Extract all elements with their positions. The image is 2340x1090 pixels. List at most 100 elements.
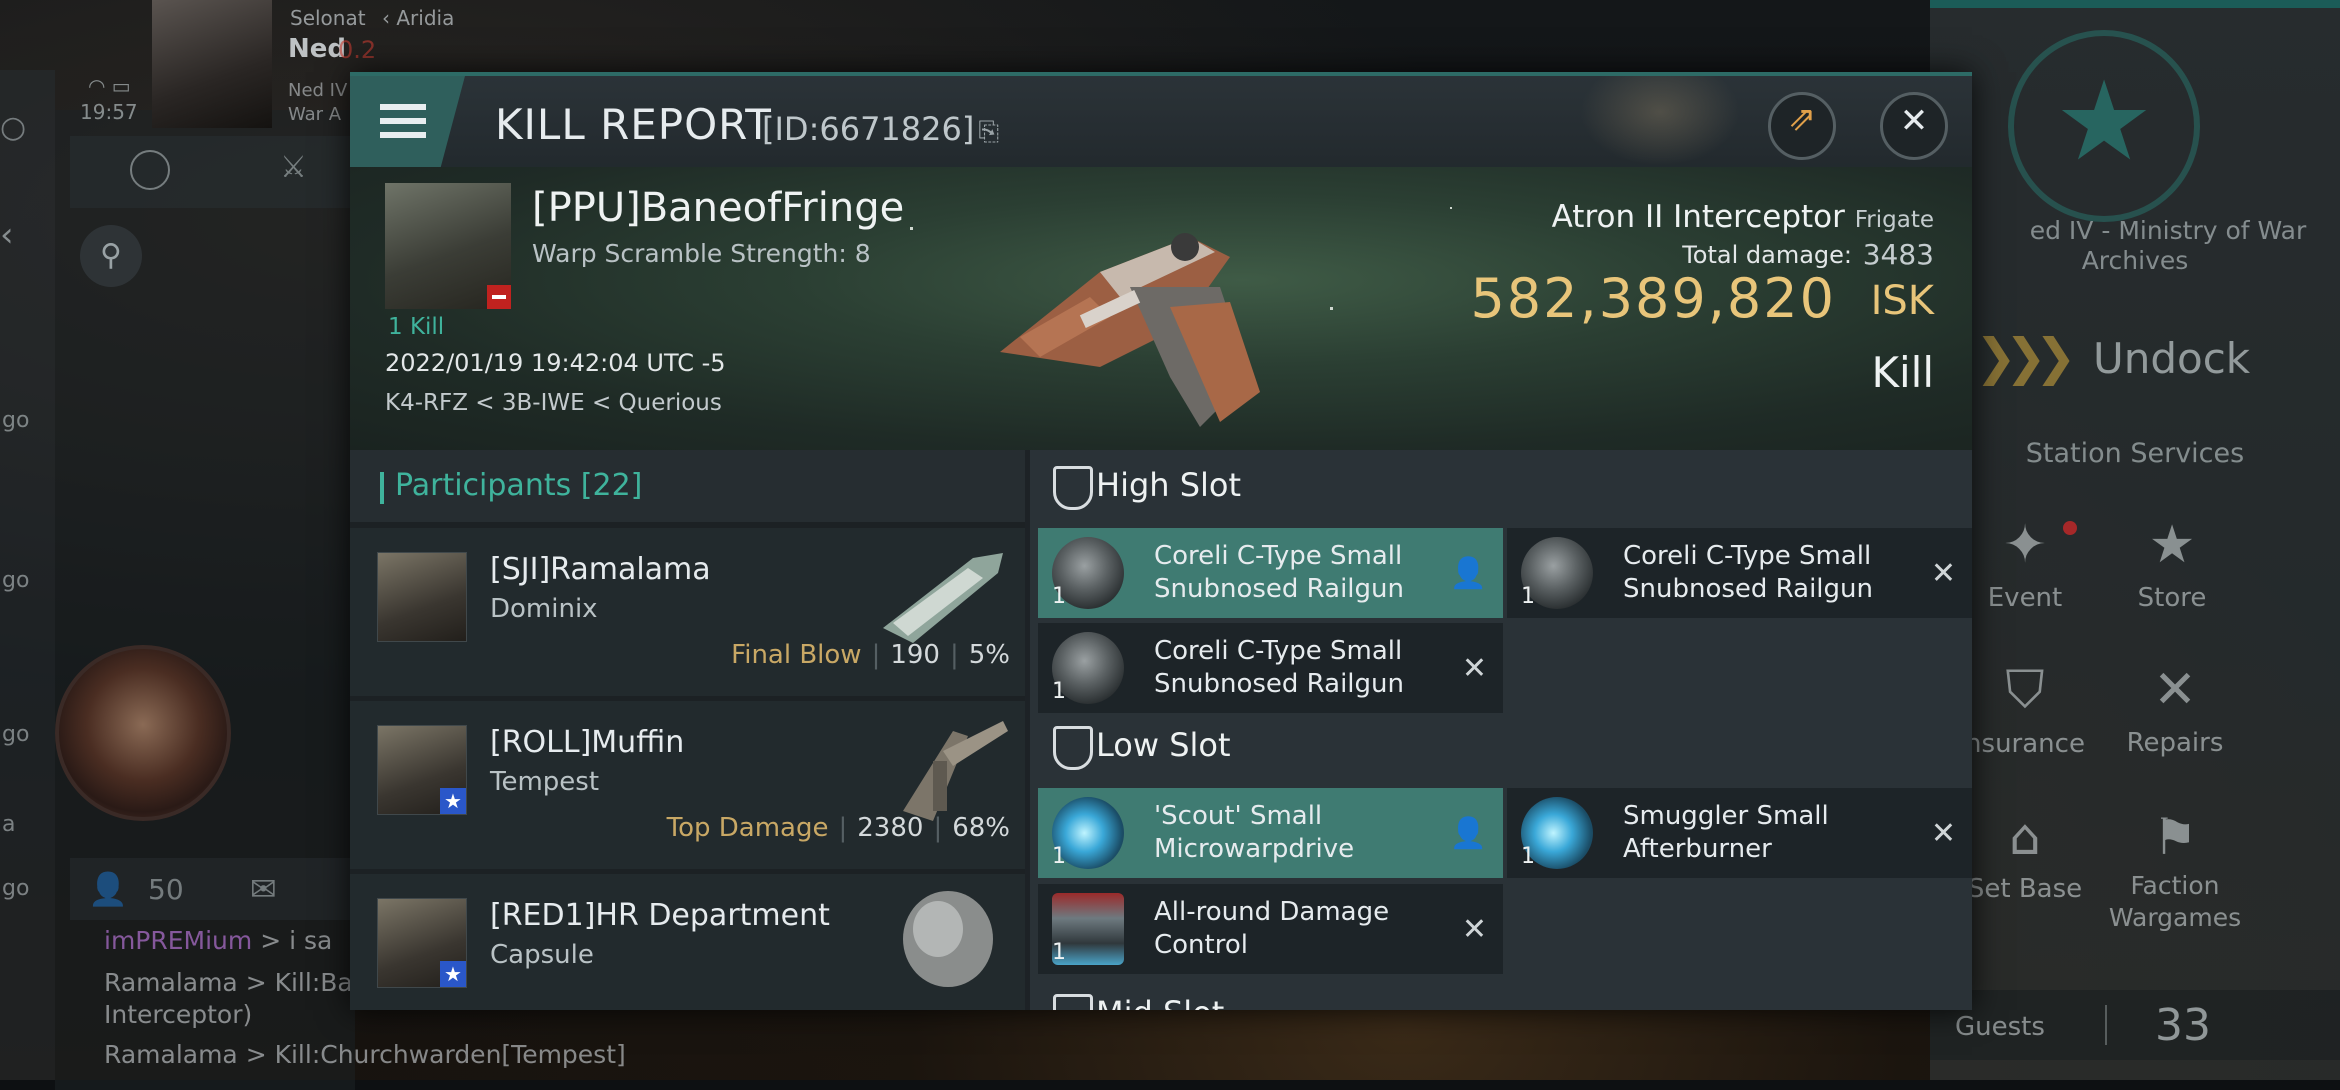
player-sub1: Ned IV bbox=[288, 80, 348, 101]
kill-report-header: KILL REPORT [ID:6671826] ⎘ ⇗ ✕ bbox=[350, 72, 1972, 171]
participants-header: Participants [22] bbox=[350, 450, 1025, 522]
chat-user-1: imPREMium bbox=[104, 926, 253, 955]
module-name: Coreli C-Type Small Snubnosed Railgun bbox=[1154, 636, 1404, 699]
module-slot[interactable]: 1 Smuggler Small Afterburner ✕ bbox=[1507, 788, 1972, 878]
mid-slot-header: Mid Slot bbox=[1030, 978, 1972, 1010]
kill-report-window: KILL REPORT [ID:6671826] ⎘ ⇗ ✕ [PPU]Baneo… bbox=[350, 72, 1972, 1010]
participant-name: [ROLL]Muffin bbox=[490, 725, 685, 760]
service-label: Store bbox=[2137, 583, 2207, 613]
participant-stat: Final Blow | 190 | 5% bbox=[731, 640, 1010, 670]
location-pin-icon[interactable]: ⚲ bbox=[80, 225, 142, 287]
online-users-icon[interactable]: 👤 bbox=[88, 870, 128, 908]
participant-stat: Top Damage | 2380 | 68% bbox=[666, 813, 1010, 843]
close-button[interactable]: ✕ bbox=[1880, 92, 1948, 160]
star-speck bbox=[910, 227, 913, 230]
kill-report-title: KILL REPORT bbox=[495, 100, 772, 149]
pilot-icon: 👤 bbox=[1449, 556, 1487, 591]
participant-ship: Dominix bbox=[490, 594, 598, 624]
victim-ship-name[interactable]: Atron II Interceptor Frigate bbox=[1552, 199, 1934, 235]
module-slot[interactable]: 1 Coreli C-Type Small Snubnosed Railgun … bbox=[1038, 528, 1503, 618]
service-label: Faction Wargames bbox=[2108, 871, 2242, 932]
set-base-icon: ⌂ bbox=[2009, 808, 2041, 866]
security-status: 0.2 bbox=[338, 36, 377, 64]
service-store[interactable]: ★ Store bbox=[2122, 515, 2222, 645]
destroyed-icon: ✕ bbox=[1930, 556, 1956, 591]
module-slot[interactable]: 1 Coreli C-Type Small Snubnosed Railgun … bbox=[1038, 623, 1503, 713]
star-speck bbox=[1450, 207, 1452, 209]
final-blow-tag: Final Blow bbox=[731, 640, 862, 670]
neS-store-icon: ★ bbox=[2148, 515, 2196, 575]
chat-line-2: Ramalama > Kill:Ban bbox=[104, 968, 369, 997]
participant-portrait[interactable]: ★ bbox=[377, 898, 467, 988]
service-event[interactable]: ✦ Event bbox=[1975, 515, 2077, 645]
ship-class: Frigate bbox=[1854, 207, 1934, 233]
destroyed-icon: ✕ bbox=[1461, 912, 1487, 947]
module-quantity: 1 bbox=[1052, 679, 1066, 704]
menu-button[interactable] bbox=[350, 76, 465, 171]
participant-ship: Tempest bbox=[490, 767, 600, 797]
copy-icon[interactable]: ⎘ bbox=[978, 117, 999, 147]
service-faction-wargames[interactable]: ⚑ Faction Wargames bbox=[2100, 808, 2250, 958]
service-set-base[interactable]: ⌂ Set Base bbox=[1960, 808, 2090, 938]
chat-line-3: Interceptor) bbox=[104, 1000, 253, 1029]
undock-button[interactable]: ❯❯❯ Undock bbox=[1975, 320, 2305, 400]
module-quantity: 1 bbox=[1052, 584, 1066, 609]
participant-portrait[interactable] bbox=[377, 552, 467, 642]
victim-kills[interactable]: 1 Kill bbox=[388, 314, 444, 340]
module-slot[interactable]: 1 Coreli C-Type Small Snubnosed Railgun … bbox=[1507, 528, 1972, 618]
mid-slot-label: Mid Slot bbox=[1096, 994, 1224, 1010]
overview-icon[interactable]: ⚔ bbox=[280, 150, 307, 185]
atron-ship-icon bbox=[1000, 233, 1260, 427]
low-slot-label: Low Slot bbox=[1096, 726, 1231, 764]
guests-label[interactable]: Guests bbox=[1955, 1012, 2045, 1042]
faction-emblem-icon: ★ bbox=[2008, 30, 2200, 222]
kill-datetime: 2022/01/19 19:42:04 UTC -5 bbox=[385, 349, 726, 377]
chat-text-1: > i sa bbox=[260, 926, 333, 955]
participant-damage: 190 bbox=[890, 640, 940, 670]
service-label: Set Base bbox=[1967, 874, 2083, 904]
total-damage-label: Total damage: bbox=[1682, 241, 1852, 269]
ship-type-name: Atron II Interceptor bbox=[1551, 199, 1845, 235]
participant-percent: 68% bbox=[952, 813, 1010, 843]
back-arrow-icon[interactable]: ‹ bbox=[0, 215, 14, 255]
high-slot-header: High Slot bbox=[1030, 450, 1972, 522]
module-quantity: 1 bbox=[1521, 844, 1535, 869]
share-button[interactable]: ⇗ bbox=[1768, 92, 1836, 160]
victim-name[interactable]: [PPU]BaneofFringe bbox=[532, 185, 904, 231]
service-insurance[interactable]: ⛉ nsurance bbox=[1960, 660, 2090, 790]
participant-ship: Capsule bbox=[490, 940, 594, 970]
guests-divider bbox=[2105, 1005, 2107, 1045]
participant-row[interactable]: ★ [ROLL]Muffin Tempest Top Damage | 2380 | 6… bbox=[350, 701, 1025, 869]
participant-row[interactable]: [SJI]Ramalama Dominix Final Blow | 190 | 5% bbox=[350, 528, 1025, 696]
player-portrait[interactable] bbox=[152, 0, 272, 128]
tempest-ship-icon bbox=[903, 721, 1008, 821]
insurance-icon: ⛉ bbox=[2005, 660, 2045, 720]
participant-portrait[interactable]: ★ bbox=[377, 725, 467, 815]
mail-icon[interactable]: ✉ bbox=[250, 870, 277, 908]
kill-location[interactable]: K4-RFZ < 3B-IWE < Querious bbox=[385, 390, 722, 416]
hostile-standing-icon bbox=[487, 285, 511, 309]
participants-accent bbox=[380, 472, 384, 504]
event-notification-dot bbox=[2063, 521, 2077, 535]
guests-count: 33 bbox=[2155, 1000, 2211, 1051]
service-label: nsurance bbox=[1965, 729, 2085, 759]
participant-name: [SJI]Ramalama bbox=[490, 552, 711, 587]
victim-portrait[interactable] bbox=[385, 183, 511, 309]
wrench-icon: ✕ bbox=[2153, 660, 2197, 720]
module-name: Smuggler Small Afterburner bbox=[1623, 801, 1829, 864]
left-edge-icon[interactable]: ○ bbox=[0, 110, 26, 145]
top-damage-tag: Top Damage bbox=[666, 813, 829, 843]
station-services-label: Station Services bbox=[2025, 438, 2245, 469]
module-slot[interactable]: 1 All-round Damage Control ✕ bbox=[1038, 884, 1503, 974]
kill-result: Kill bbox=[1871, 348, 1934, 397]
side-label-3: go bbox=[2, 722, 30, 747]
station-name-line1: ed IV - Ministry of War bbox=[2029, 216, 2307, 245]
participants-title: Participants [22] bbox=[395, 468, 642, 503]
service-repairs[interactable]: ✕ Repairs bbox=[2110, 660, 2240, 790]
ship-hangar-icon[interactable] bbox=[130, 150, 170, 190]
module-slot[interactable]: 1 'Scout' Small Microwarpdrive 👤 bbox=[1038, 788, 1503, 878]
kill-report-id[interactable]: [ID:6671826] ⎘ bbox=[762, 110, 999, 148]
wifi-icon: ◠ ▭ bbox=[88, 74, 131, 98]
participant-row[interactable]: ★ [RED1]HR Department Capsule bbox=[350, 874, 1025, 1010]
module-name: All-round Damage Control bbox=[1154, 897, 1390, 960]
